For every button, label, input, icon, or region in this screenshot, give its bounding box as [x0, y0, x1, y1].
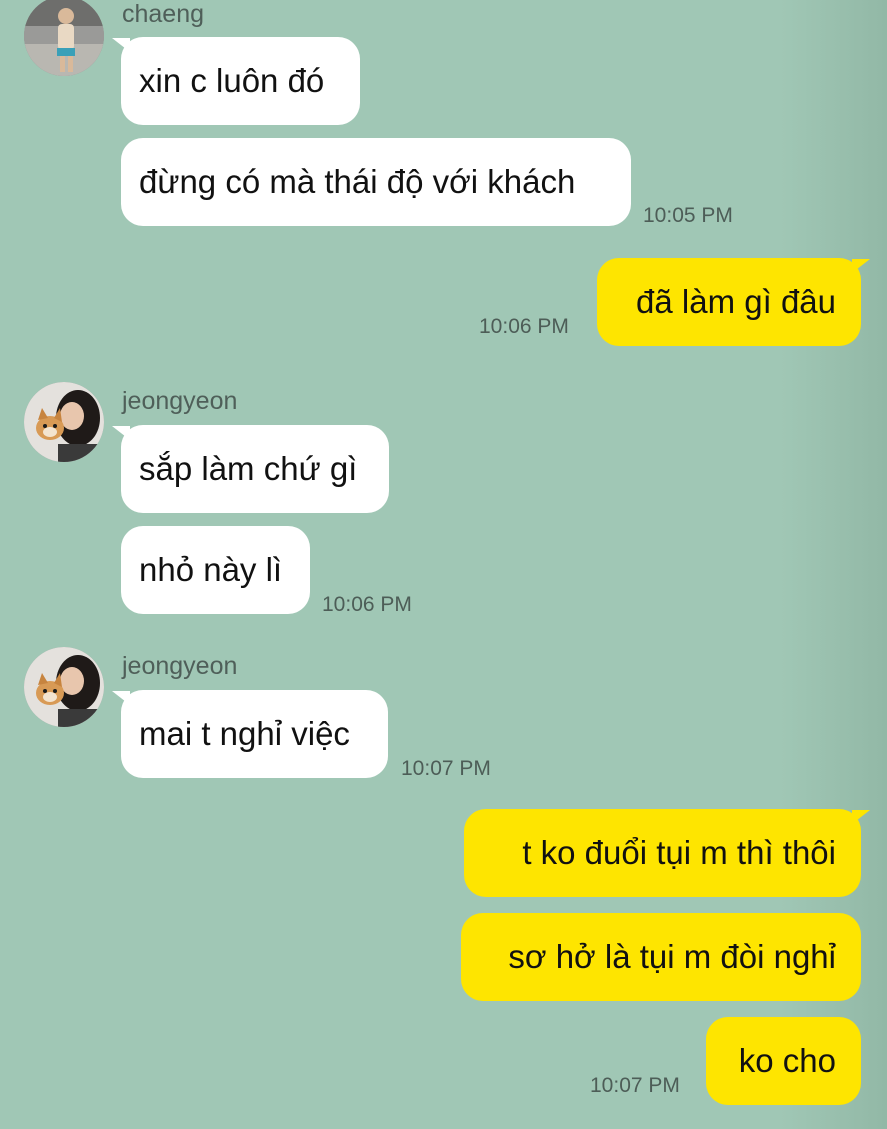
- message-bubble[interactable]: nhỏ này lì: [121, 526, 310, 614]
- avatar-chaeng[interactable]: [24, 0, 104, 76]
- avatar-jeongyeon[interactable]: [24, 647, 104, 727]
- avatar-photo-icon: [24, 0, 104, 76]
- sender-name: jeongyeon: [122, 652, 238, 680]
- message-bubble[interactable]: sơ hở là tụi m đòi nghỉ: [461, 913, 861, 1001]
- message-bubble[interactable]: mai t nghỉ việc: [112, 690, 388, 778]
- message-timestamp: 10:07 PM: [590, 1074, 680, 1097]
- chat-window[interactable]: chaeng xin c luôn đó đừng có mà thái độ …: [0, 0, 887, 1129]
- avatar-photo-icon: [24, 382, 104, 462]
- message-bubble[interactable]: đừng có mà thái độ với khách: [121, 138, 631, 226]
- avatar-jeongyeon[interactable]: [24, 382, 104, 462]
- sender-name: chaeng: [122, 0, 205, 28]
- message-timestamp: 10:07 PM: [401, 757, 491, 780]
- avatar-photo-icon: [24, 647, 104, 727]
- message-bubble[interactable]: xin c luôn đó: [112, 37, 360, 125]
- message-timestamp: 10:06 PM: [479, 315, 569, 338]
- message-bubble[interactable]: ko cho: [706, 1017, 861, 1105]
- sender-name: jeongyeon: [122, 387, 238, 415]
- message-bubble[interactable]: đã làm gì đâu: [597, 258, 870, 346]
- message-timestamp: 10:05 PM: [643, 204, 733, 227]
- message-timestamp: 10:06 PM: [322, 593, 412, 616]
- message-bubble[interactable]: t ko đuổi tụi m thì thôi: [464, 809, 870, 897]
- message-bubble[interactable]: sắp làm chứ gì: [112, 425, 389, 513]
